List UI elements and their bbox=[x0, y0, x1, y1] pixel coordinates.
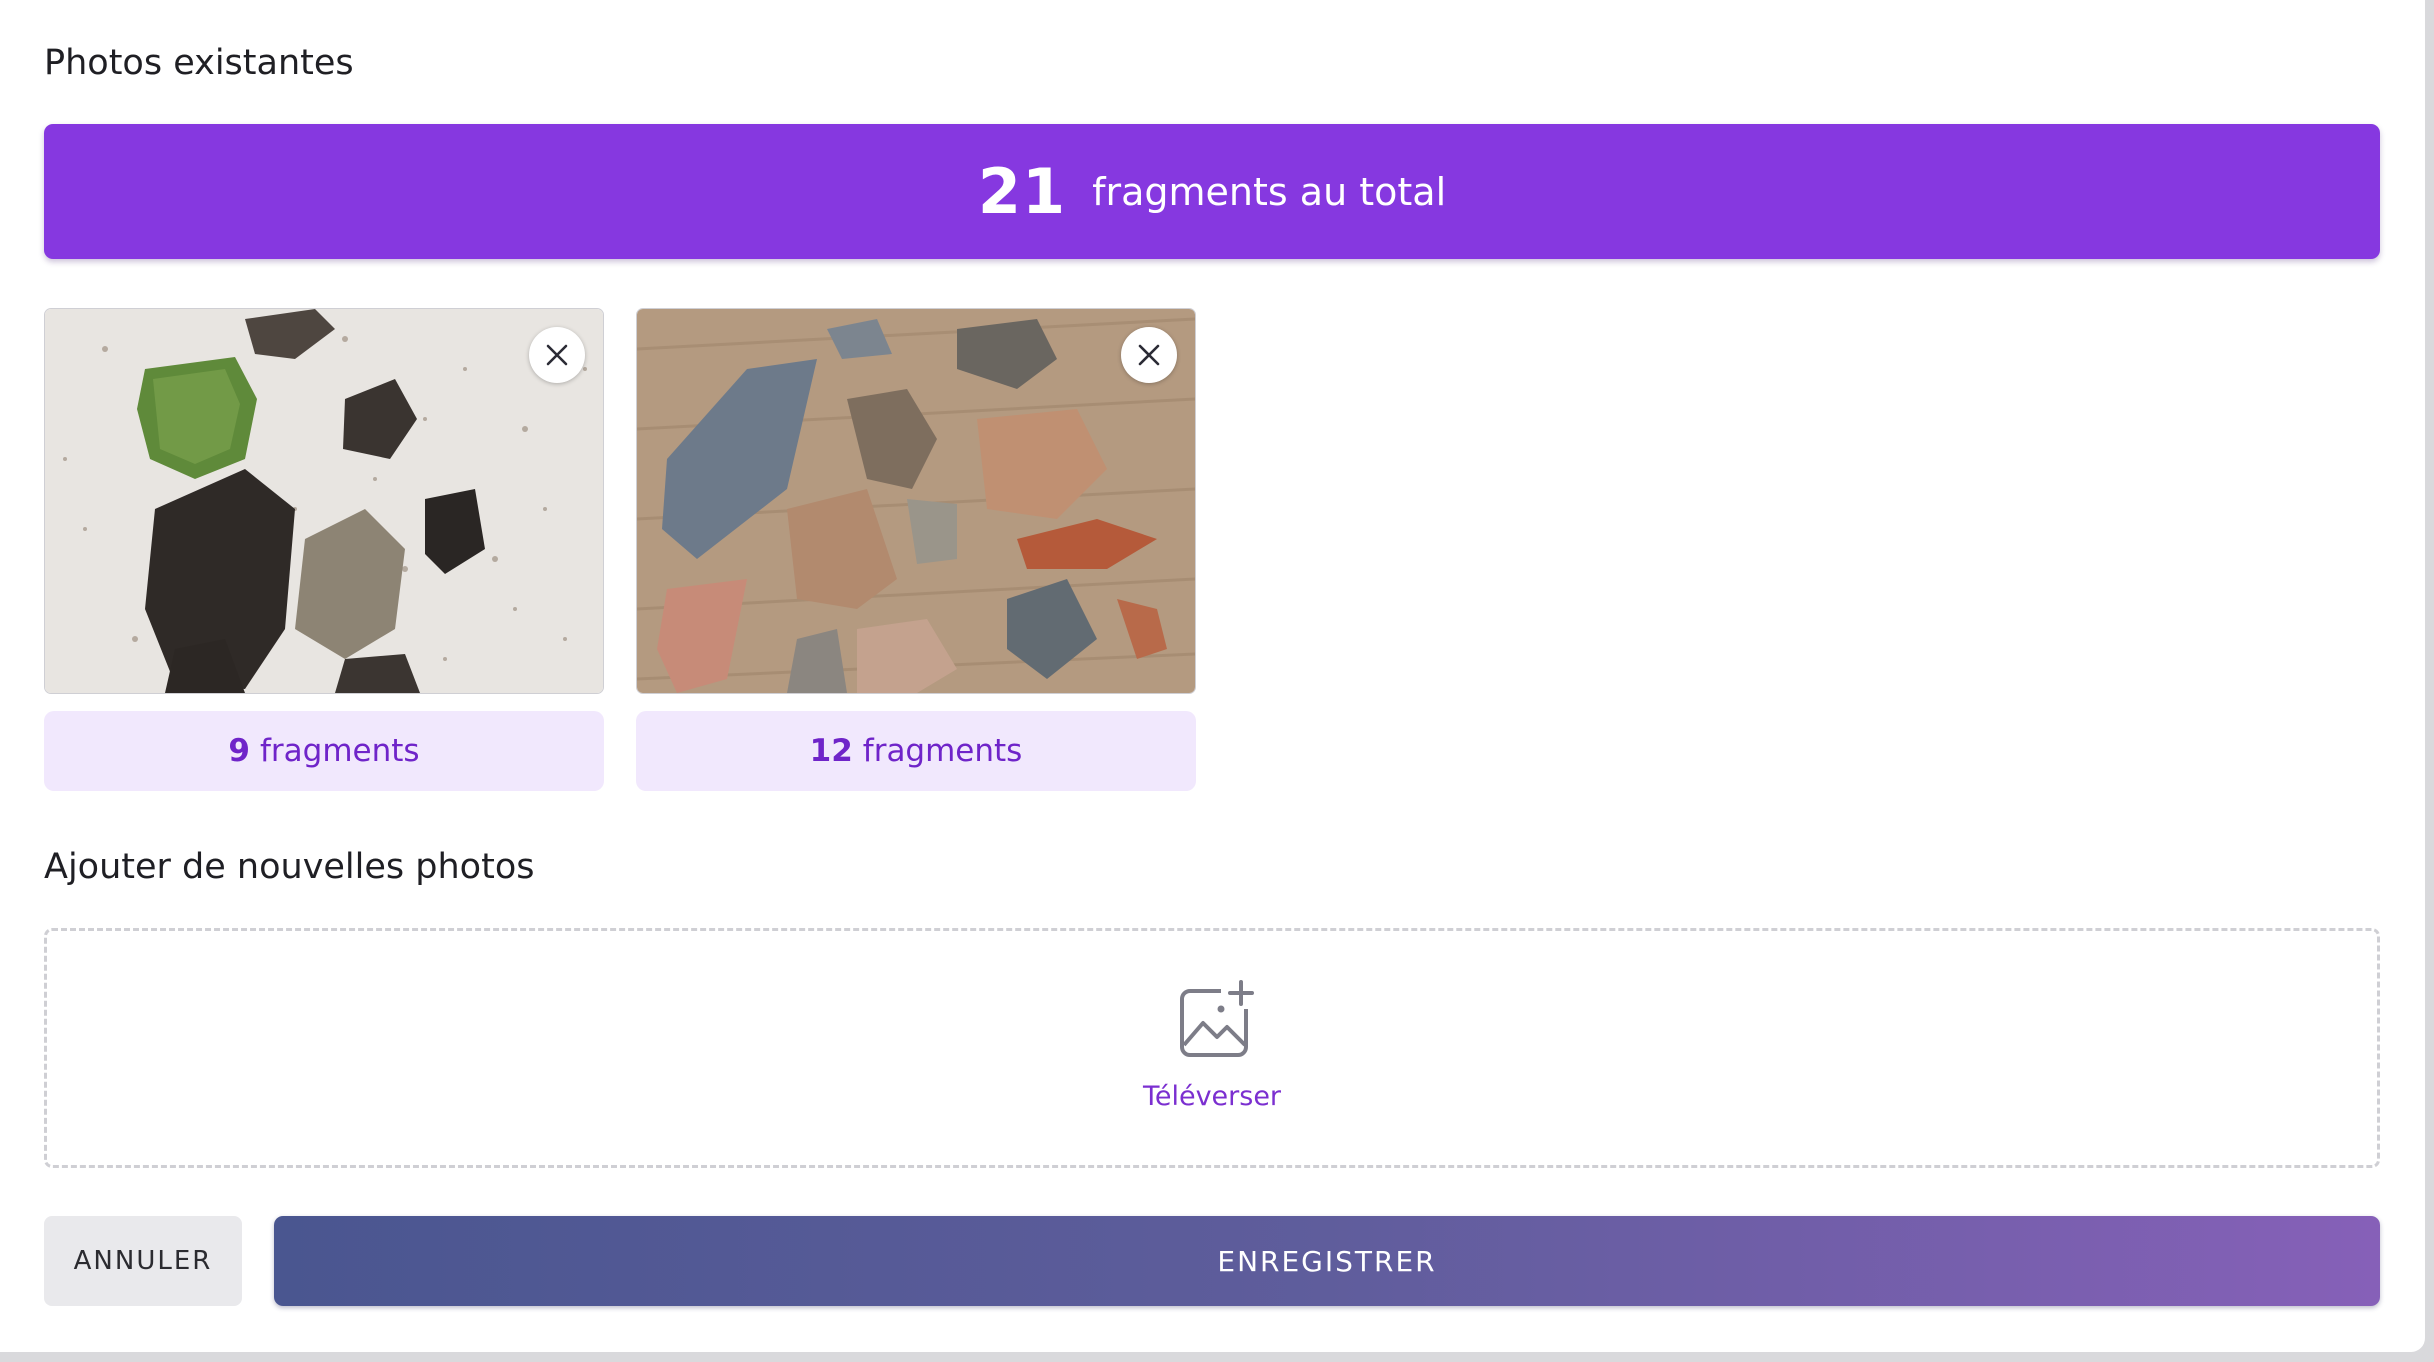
existing-photos-heading: Photos existantes bbox=[44, 43, 354, 83]
close-icon bbox=[1138, 344, 1160, 366]
remove-photo-button[interactable] bbox=[1121, 327, 1177, 383]
photo-thumbnail[interactable] bbox=[44, 308, 604, 694]
fragment-count-label: fragments bbox=[862, 733, 1023, 769]
fragment-count-label: fragments bbox=[260, 733, 420, 769]
fragment-count-pill: 12 fragments bbox=[636, 711, 1196, 791]
window-frame: Photos existantes 21 fragments au total bbox=[0, 0, 2434, 1362]
edit-photos-panel: Photos existantes 21 fragments au total bbox=[0, 0, 2425, 1352]
fragment-count: 9 bbox=[228, 733, 250, 769]
photo-thumbnail[interactable] bbox=[636, 308, 1196, 694]
close-icon bbox=[546, 344, 568, 366]
photo-card: 12 fragments bbox=[636, 308, 1196, 791]
fragments-photo-image bbox=[637, 309, 1195, 693]
add-photos-heading: Ajouter de nouvelles photos bbox=[44, 847, 535, 887]
photo-card: 9 fragments bbox=[44, 308, 604, 791]
add-image-icon bbox=[1180, 979, 1257, 1057]
fragments-photo-image bbox=[45, 309, 603, 693]
fragment-count-pill: 9 fragments bbox=[44, 711, 604, 791]
cancel-button[interactable]: ANNULER bbox=[44, 1216, 242, 1306]
total-fragments-banner: 21 fragments au total bbox=[44, 124, 2380, 259]
fragment-count: 12 bbox=[809, 733, 853, 769]
remove-photo-button[interactable] bbox=[529, 327, 585, 383]
total-label: fragments au total bbox=[1092, 169, 1447, 214]
save-button[interactable]: ENREGISTRER bbox=[274, 1216, 2380, 1306]
upload-label: Téléverser bbox=[1142, 1081, 1282, 1112]
upload-dropzone[interactable]: Téléverser bbox=[44, 928, 2380, 1168]
total-count: 21 bbox=[977, 155, 1067, 228]
